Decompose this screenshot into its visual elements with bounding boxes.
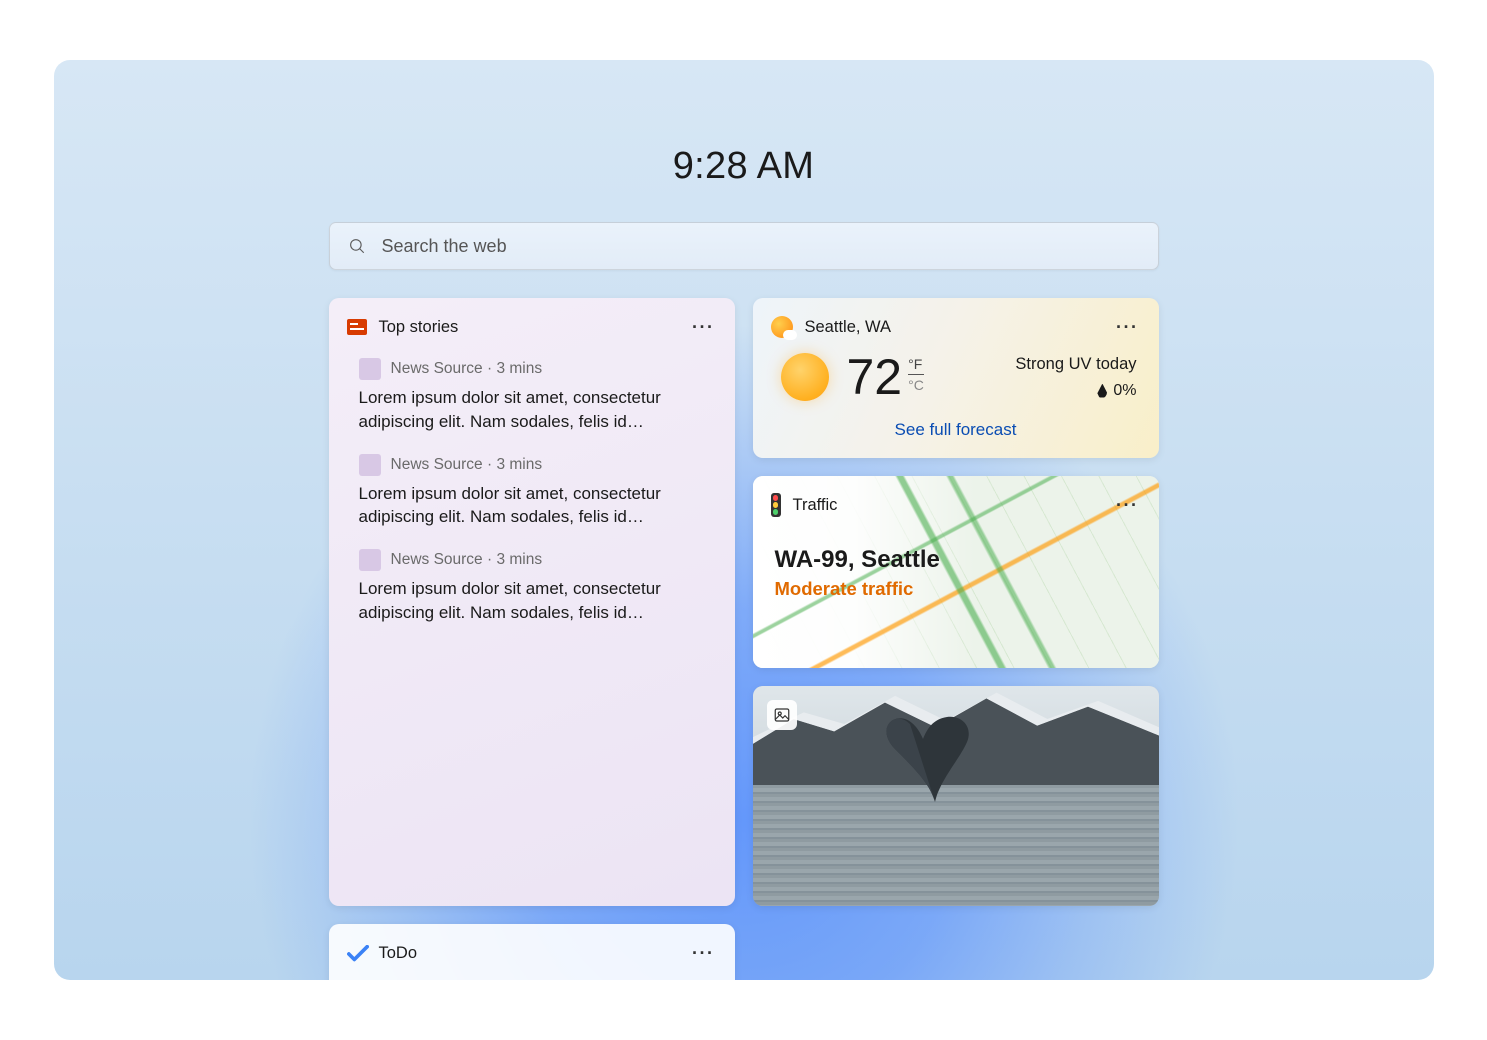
top-stories-title: Top stories bbox=[379, 318, 459, 337]
droplet-icon bbox=[1097, 384, 1107, 398]
todo-more-button[interactable]: ··· bbox=[690, 940, 716, 966]
clock: 9:28 AM bbox=[329, 145, 1159, 188]
photo-image bbox=[753, 686, 1159, 906]
news-icon bbox=[347, 319, 367, 335]
story-item[interactable]: News Source · 3 mins Lorem ipsum dolor s… bbox=[329, 541, 735, 637]
unit-fahrenheit[interactable]: °F bbox=[908, 356, 924, 375]
story-item[interactable]: News Source · 3 mins Lorem ipsum dolor s… bbox=[329, 350, 735, 446]
traffic-light-icon bbox=[771, 493, 781, 517]
traffic-more-button[interactable]: ··· bbox=[1114, 492, 1140, 518]
search-icon bbox=[348, 237, 366, 255]
weather-partly-sunny-icon bbox=[771, 316, 793, 338]
see-full-forecast-link[interactable]: See full forecast bbox=[753, 410, 1159, 458]
photos-widget[interactable] bbox=[753, 686, 1159, 906]
story-headline: Lorem ipsum dolor sit amet, consectetur … bbox=[359, 482, 713, 530]
search-input[interactable] bbox=[382, 236, 1140, 257]
top-stories-more-button[interactable]: ··· bbox=[690, 314, 716, 340]
weather-more-button[interactable]: ··· bbox=[1114, 314, 1140, 340]
weather-widget[interactable]: Seattle, WA ··· 72 °F °C bbox=[753, 298, 1159, 458]
story-thumbnail bbox=[359, 358, 381, 380]
search-bar[interactable] bbox=[329, 222, 1159, 270]
uv-status: Strong UV today bbox=[1015, 355, 1136, 374]
story-thumbnail bbox=[359, 549, 381, 571]
photos-icon bbox=[767, 700, 797, 730]
top-stories-widget[interactable]: Top stories ··· News Source · 3 mins Lor… bbox=[329, 298, 735, 906]
story-headline: Lorem ipsum dolor sit amet, consectetur … bbox=[359, 386, 713, 434]
story-source: News Source · 3 mins bbox=[391, 360, 543, 378]
unit-celsius[interactable]: °C bbox=[908, 375, 924, 393]
sun-icon bbox=[781, 353, 829, 401]
story-thumbnail bbox=[359, 454, 381, 476]
weather-location: Seattle, WA bbox=[805, 318, 892, 337]
temperature: 72 °F °C bbox=[847, 352, 924, 402]
unit-toggle[interactable]: °F °C bbox=[908, 356, 924, 393]
todo-app-icon bbox=[347, 945, 367, 961]
story-source: News Source · 3 mins bbox=[391, 551, 543, 569]
traffic-title: Traffic bbox=[793, 496, 838, 515]
precipitation: 0% bbox=[1015, 382, 1136, 400]
todo-title: ToDo bbox=[379, 944, 418, 963]
traffic-widget[interactable]: Traffic ··· WA-99, Seattle Moderate traf… bbox=[753, 476, 1159, 668]
story-headline: Lorem ipsum dolor sit amet, consectetur … bbox=[359, 577, 713, 625]
todo-widget[interactable]: ToDo ··· My Day bbox=[329, 924, 735, 980]
story-item[interactable]: News Source · 3 mins Lorem ipsum dolor s… bbox=[329, 446, 735, 542]
traffic-route: WA-99, Seattle bbox=[775, 546, 1137, 574]
story-source: News Source · 3 mins bbox=[391, 456, 543, 474]
traffic-status: Moderate traffic bbox=[775, 578, 1137, 600]
